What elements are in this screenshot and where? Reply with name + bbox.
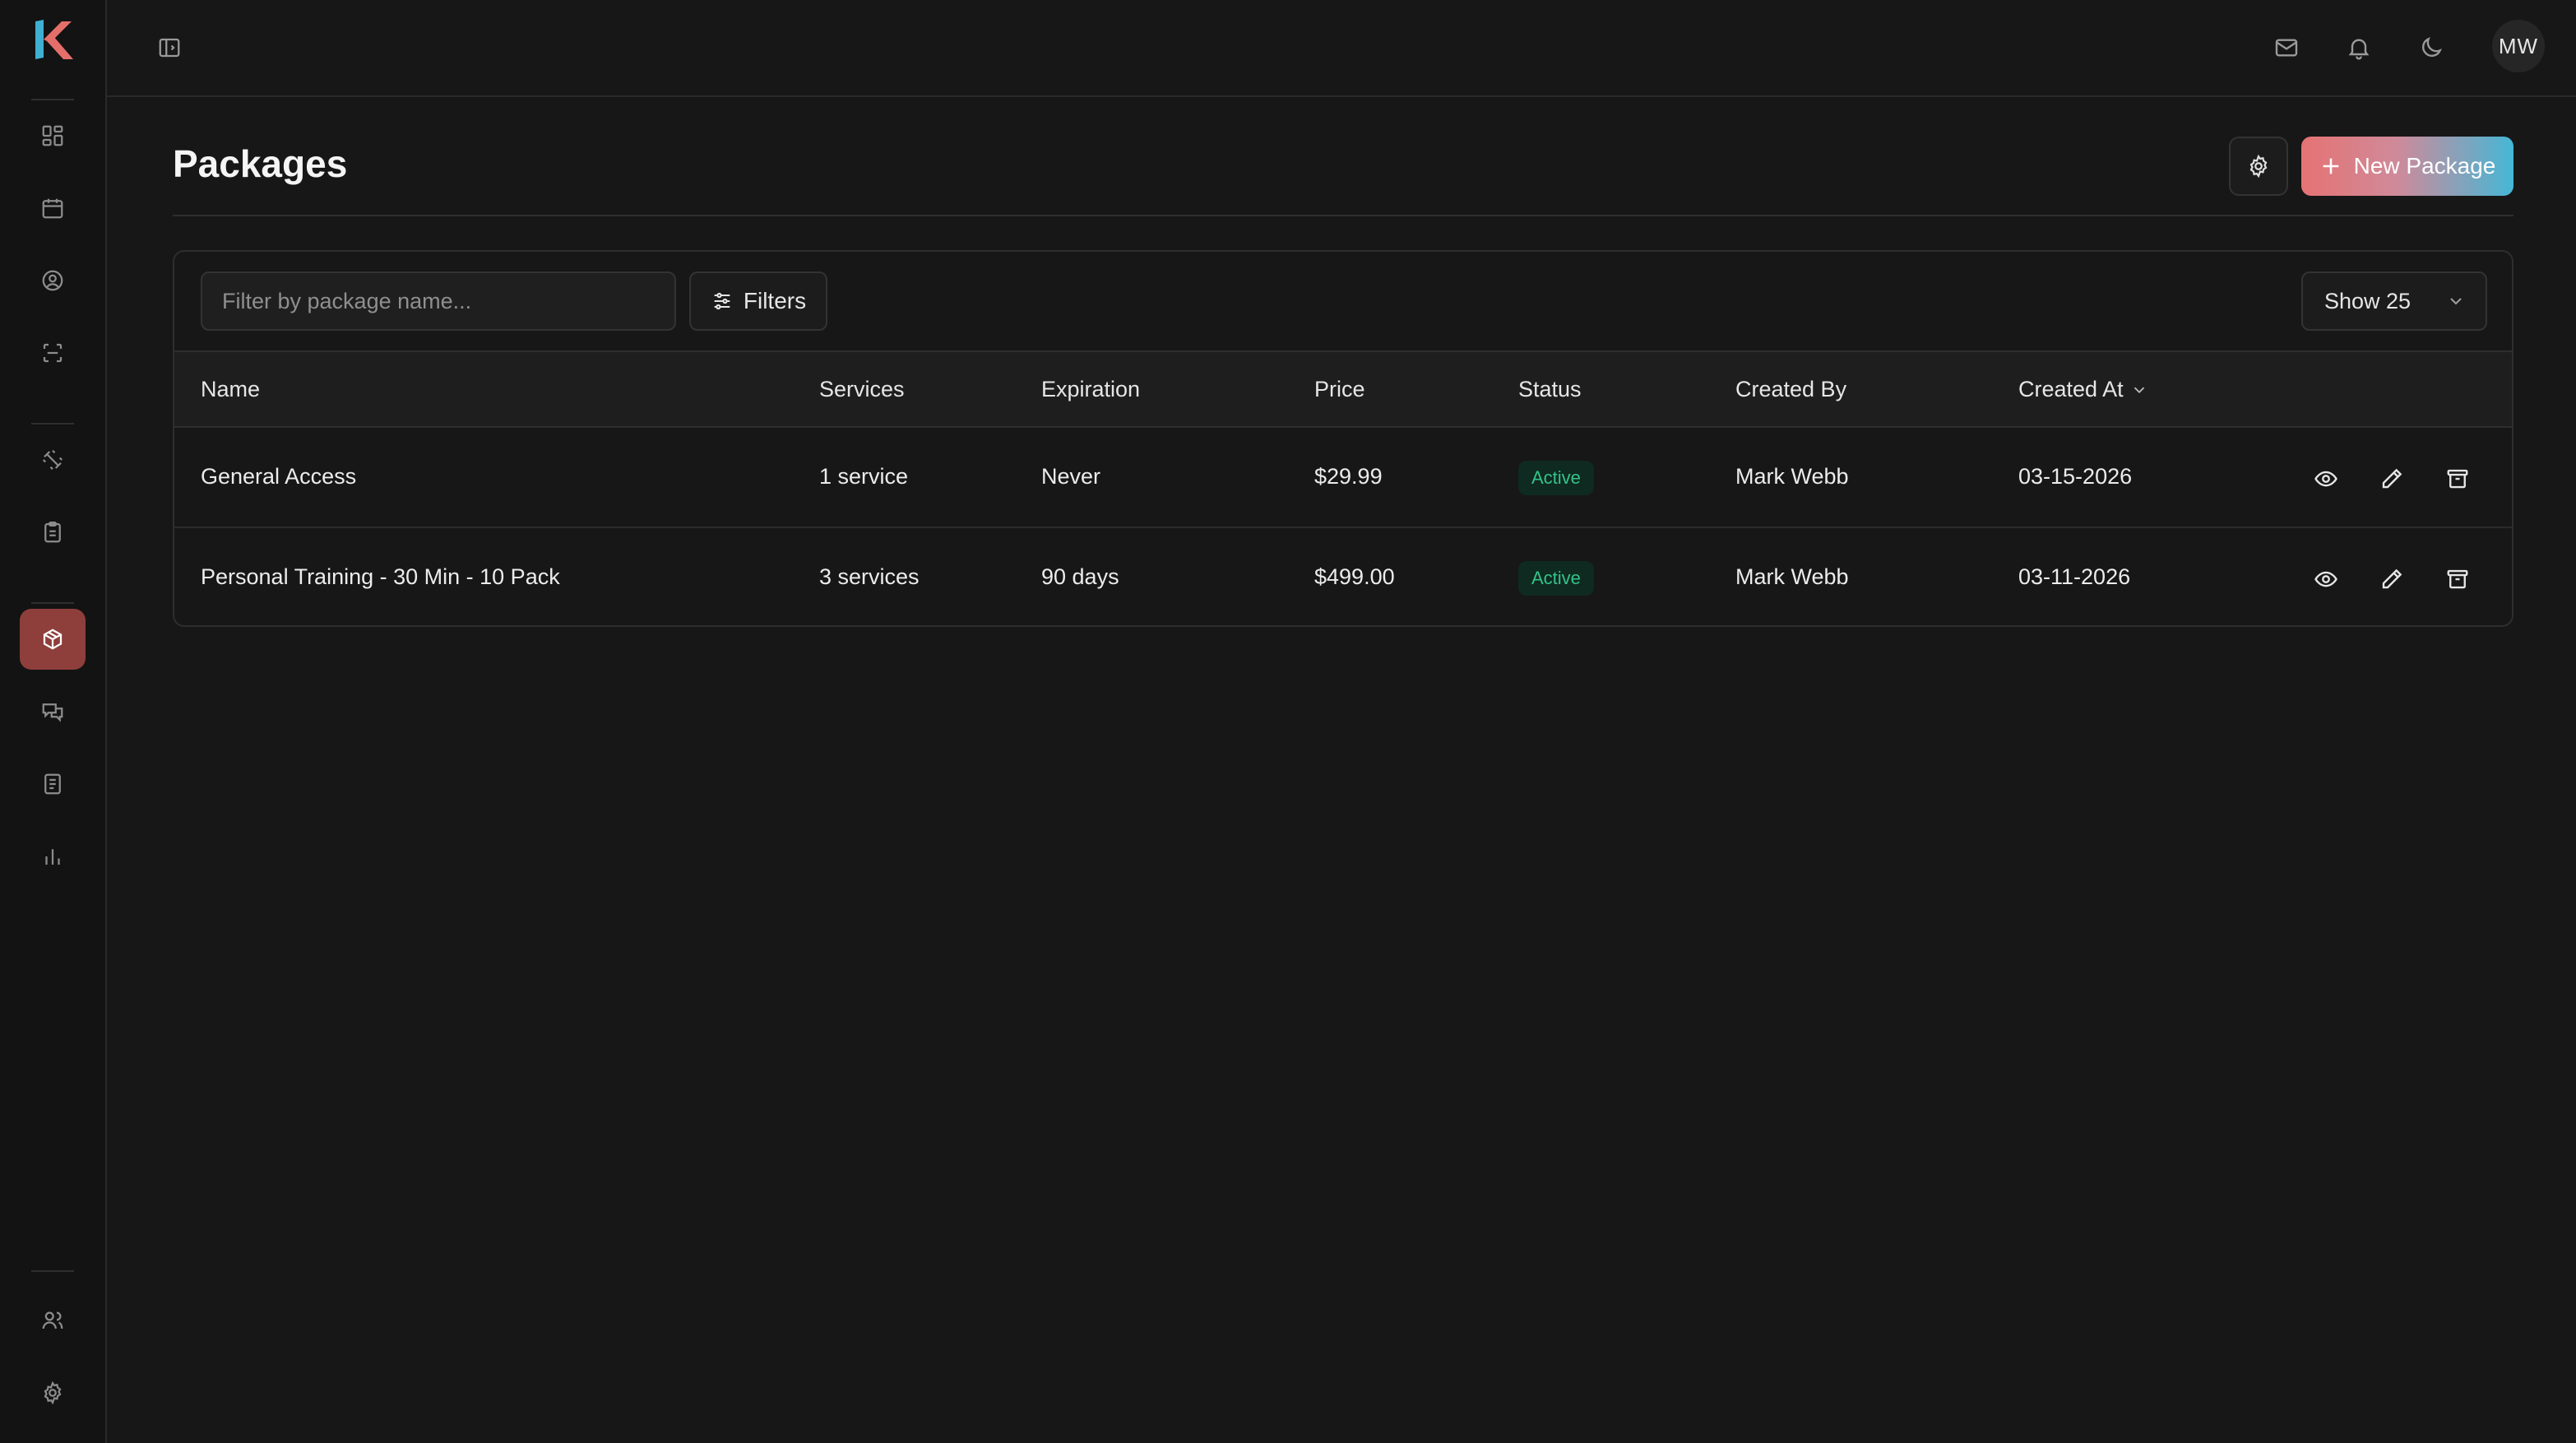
topbar: MW: [107, 0, 2576, 97]
pencil-icon: [2382, 568, 2402, 589]
sidebar-item-documents[interactable]: [20, 754, 86, 814]
sort-chevron-down-icon: [2134, 387, 2144, 393]
archive-icon: [2447, 569, 2468, 589]
status-badge: Active: [1518, 561, 1594, 596]
cell-created-at: 03-15-2026: [2018, 464, 2133, 489]
sidebar-toggle-icon: [159, 38, 180, 58]
app-root: MW Packages New Package Filters Show 25 …: [0, 0, 2576, 1443]
cell-name: General Access: [201, 464, 357, 489]
bar-chart-icon: [45, 849, 60, 865]
page-size-label: Show 25: [2324, 288, 2412, 313]
sidebar-item-members[interactable]: [20, 250, 86, 311]
edit-button[interactable]: [2375, 563, 2408, 596]
notifications-button[interactable]: [2339, 28, 2379, 67]
sidebar: [0, 0, 107, 1443]
package-settings-button[interactable]: [2229, 137, 2288, 196]
avatar[interactable]: MW: [2492, 20, 2545, 72]
sidebar-item-calendar[interactable]: [20, 178, 86, 239]
archive-button[interactable]: [2441, 462, 2474, 495]
column-header-created-at[interactable]: Created At: [2018, 377, 2148, 402]
sidebar-divider: [31, 99, 74, 100]
bell-icon: [2348, 39, 2370, 60]
column-header-created-by[interactable]: Created By: [1735, 377, 1846, 402]
cell-price: $29.99: [1314, 464, 1383, 489]
column-header-price[interactable]: Price: [1314, 377, 1365, 402]
sidebar-item-equipment[interactable]: [20, 429, 86, 490]
page-title: Packages: [173, 142, 348, 185]
users-icon: [42, 1311, 63, 1329]
gear-icon: [2249, 154, 2268, 179]
eye-icon: [2314, 471, 2337, 487]
sidebar-item-checklist[interactable]: [20, 502, 86, 563]
sidebar-divider: [31, 602, 74, 604]
table-header: Name Services Expiration Price Status Cr…: [174, 350, 2512, 428]
cell-created-by: Mark Webb: [1735, 564, 1849, 589]
scan-icon: [43, 343, 63, 363]
sidebar-item-settings[interactable]: [20, 1362, 86, 1423]
moon-icon: [2422, 37, 2442, 57]
cell-services: 3 services: [819, 564, 920, 589]
sliders-icon: [714, 292, 730, 310]
view-button[interactable]: [2310, 462, 2342, 495]
view-button[interactable]: [2310, 563, 2342, 596]
mail-icon: [2275, 39, 2298, 57]
table-row[interactable]: Personal Training - 30 Min - 10 Pack 3 s…: [174, 528, 2512, 625]
status-badge: Active: [1518, 461, 1594, 495]
new-package-label: New Package: [2353, 153, 2496, 179]
table-row[interactable]: General Access 1 service Never $29.99 Ac…: [174, 428, 2512, 528]
cell-created-at: 03-11-2026: [2018, 564, 2131, 589]
edit-button[interactable]: [2375, 462, 2408, 495]
column-header-name[interactable]: Name: [201, 377, 260, 402]
column-header-services[interactable]: Services: [819, 377, 905, 402]
sidebar-item-messages[interactable]: [20, 681, 86, 742]
calendar-icon: [42, 198, 63, 219]
theme-toggle-button[interactable]: [2412, 28, 2451, 67]
column-header-status[interactable]: Status: [1518, 377, 1582, 402]
archive-button[interactable]: [2441, 563, 2474, 596]
dumbbell-icon: [42, 449, 63, 471]
column-header-expiration[interactable]: Expiration: [1041, 377, 1140, 402]
sidebar-item-dashboard[interactable]: [20, 105, 86, 166]
cell-name: Personal Training - 30 Min - 10 Pack: [201, 564, 560, 589]
plus-icon: [2323, 158, 2338, 174]
chevron-down-icon: [2450, 298, 2462, 305]
cell-expiration: Never: [1041, 464, 1101, 489]
filters-label: Filters: [743, 288, 807, 313]
filters-button[interactable]: Filters: [689, 271, 827, 331]
package-icon: [43, 629, 63, 650]
messages-icon: [42, 703, 63, 722]
sidebar-item-reports[interactable]: [20, 826, 86, 887]
user-circle-icon: [42, 270, 63, 291]
cell-price: $499.00: [1314, 564, 1395, 589]
clipboard-icon: [44, 522, 61, 543]
sidebar-item-scan[interactable]: [20, 322, 86, 383]
k-logo-icon[interactable]: [30, 16, 76, 63]
page-size-select[interactable]: Show 25: [2301, 271, 2487, 331]
sidebar-divider: [31, 423, 74, 425]
sidebar-item-staff[interactable]: [20, 1290, 86, 1351]
search-input[interactable]: [201, 271, 676, 331]
sidebar-divider: [31, 1270, 74, 1272]
packages-table-card: Filters Show 25 Name Services Expiration…: [173, 250, 2513, 627]
mail-button[interactable]: [2267, 28, 2306, 67]
eye-icon: [2314, 571, 2337, 587]
sidebar-item-packages[interactable]: [20, 609, 86, 670]
gear-icon: [44, 1380, 62, 1405]
header-divider: [173, 215, 2513, 216]
archive-icon: [2447, 469, 2468, 489]
document-icon: [44, 773, 61, 795]
sidebar-toggle-button[interactable]: [153, 31, 186, 64]
cell-created-by: Mark Webb: [1735, 464, 1849, 489]
cell-expiration: 90 days: [1041, 564, 1119, 589]
pencil-icon: [2382, 468, 2402, 489]
new-package-button[interactable]: New Package: [2301, 137, 2513, 196]
cell-services: 1 service: [819, 464, 909, 489]
dashboard-icon: [42, 125, 63, 146]
